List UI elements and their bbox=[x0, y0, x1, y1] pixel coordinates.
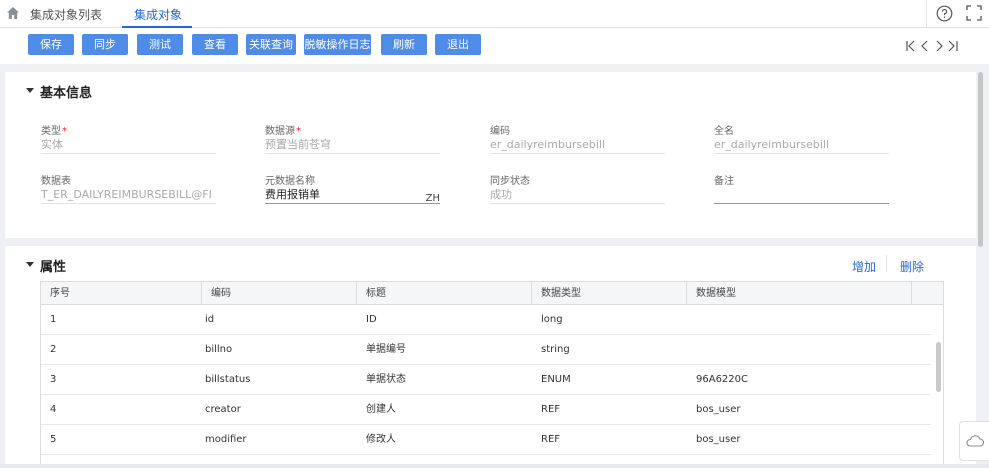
top-tab-bar: 集成对象列表 集成对象 bbox=[0, 0, 989, 28]
table-row[interactable]: 1 id ID long bbox=[41, 305, 931, 335]
refresh-button[interactable]: 刷新 bbox=[381, 34, 427, 55]
collapse-icon[interactable] bbox=[26, 88, 34, 93]
column-header[interactable]: 数据模型 bbox=[686, 282, 911, 305]
table-cell: 单据编号 bbox=[366, 344, 406, 355]
table-cell: billno bbox=[205, 344, 233, 355]
remark-field[interactable] bbox=[714, 186, 889, 204]
section-title-basic: 基本信息 bbox=[40, 86, 93, 101]
masking-log-button[interactable]: 脱敏操作日志 bbox=[304, 34, 371, 55]
view-button[interactable]: 查看 bbox=[192, 34, 238, 55]
field-sync-status: 同步状态 成功 bbox=[490, 172, 665, 204]
divider bbox=[926, 0, 927, 28]
first-icon[interactable] bbox=[906, 40, 915, 52]
table-scrollbar[interactable] bbox=[936, 342, 941, 392]
table-cell: 创建人 bbox=[366, 404, 396, 415]
sync-status-field[interactable]: 成功 bbox=[490, 186, 665, 204]
section-title-attributes: 属性 bbox=[40, 260, 67, 275]
table-cell: bos_user bbox=[696, 404, 741, 415]
table-cell: long bbox=[541, 314, 563, 325]
sync-button[interactable]: 同步 bbox=[82, 34, 128, 55]
attributes-panel: 属性 增加 删除 序号 编码 标题 数据类型 数据模型 1 id ID long… bbox=[5, 246, 976, 468]
field-type: 类型* 实体 bbox=[41, 122, 216, 154]
exit-button[interactable]: 退出 bbox=[435, 34, 481, 55]
help-icon[interactable] bbox=[936, 5, 953, 22]
record-nav bbox=[906, 40, 958, 52]
field-label: 编码 bbox=[490, 126, 510, 137]
table-cell: 修改人 bbox=[366, 434, 396, 445]
attributes-table: 序号 编码 标题 数据类型 数据模型 1 id ID long 2 billno… bbox=[40, 281, 944, 468]
table-cell: REF bbox=[541, 434, 561, 445]
table-cell: billstatus bbox=[205, 374, 251, 385]
column-header-spacer bbox=[911, 282, 943, 305]
add-button[interactable]: 增加 bbox=[852, 258, 876, 275]
field-table: 数据表 T_ER_DAILYREIMBURSEBILL@FI bbox=[41, 172, 216, 204]
table-cell: bos_user bbox=[696, 434, 741, 445]
field-metadata-name: 元数据名称 费用报销单 ZH bbox=[265, 172, 440, 204]
table-row[interactable]: 5 modifier 修改人 REF bos_user bbox=[41, 425, 931, 455]
basic-info-panel: 基本信息 类型* 实体 数据源* 预置当前苍穹 编码 er_dailyreimb… bbox=[5, 72, 976, 238]
related-query-button[interactable]: 关联查询 bbox=[246, 34, 296, 55]
divider bbox=[886, 255, 887, 271]
home-icon[interactable] bbox=[6, 6, 20, 20]
field-label: 备注 bbox=[714, 176, 734, 187]
table-cell: ID bbox=[366, 314, 377, 325]
table-cell: 5 bbox=[50, 434, 57, 445]
table-cell bbox=[687, 335, 696, 365]
table-row[interactable]: 2 billno 单据编号 string bbox=[41, 335, 931, 365]
column-header[interactable]: 编码 bbox=[201, 282, 356, 305]
cloud-icon bbox=[966, 435, 985, 447]
table-cell bbox=[687, 305, 696, 335]
metadata-name-field[interactable]: 费用报销单 bbox=[265, 188, 320, 201]
table-cell: 1 bbox=[50, 314, 57, 325]
fullname-field[interactable]: er_dailyreimbursebill bbox=[714, 136, 889, 154]
field-label: 元数据名称 bbox=[265, 176, 315, 187]
language-switch[interactable]: ZH bbox=[426, 190, 440, 203]
table-cell: creator bbox=[205, 404, 241, 415]
fullscreen-icon[interactable] bbox=[966, 5, 982, 21]
save-button[interactable]: 保存 bbox=[28, 34, 74, 55]
next-icon[interactable] bbox=[936, 40, 943, 52]
field-fullname: 全名 er_dailyreimbursebill bbox=[714, 122, 889, 154]
delete-button[interactable]: 删除 bbox=[900, 258, 924, 275]
column-header[interactable]: 数据类型 bbox=[531, 282, 686, 305]
table-cell: 96A6220C bbox=[696, 374, 748, 385]
table-header: 序号 编码 标题 数据类型 数据模型 bbox=[41, 282, 943, 305]
floating-cloud-button[interactable] bbox=[959, 421, 989, 461]
field-code: 编码 er_dailyreimbursebill bbox=[490, 122, 665, 154]
bottom-edge bbox=[0, 464, 989, 468]
table-cell: modifier bbox=[205, 434, 247, 445]
table-row[interactable]: 4 creator 创建人 REF bos_user bbox=[41, 395, 931, 425]
field-remark: 备注 bbox=[714, 172, 889, 204]
table-cell: 单据状态 bbox=[366, 374, 406, 385]
table-cell: REF bbox=[541, 404, 561, 415]
tab-integration-object-list[interactable]: 集成对象列表 bbox=[30, 6, 102, 23]
collapse-icon[interactable] bbox=[26, 262, 34, 267]
field-datasource: 数据源* 预置当前苍穹 bbox=[265, 122, 440, 154]
last-icon[interactable] bbox=[948, 40, 958, 52]
tab-integration-object[interactable]: 集成对象 bbox=[134, 6, 182, 23]
test-button[interactable]: 测试 bbox=[137, 34, 183, 55]
datasource-field[interactable]: 预置当前苍穹 bbox=[265, 136, 440, 154]
type-field[interactable]: 实体 bbox=[41, 136, 216, 154]
code-field[interactable]: er_dailyreimbursebill bbox=[490, 136, 665, 154]
table-field[interactable]: T_ER_DAILYREIMBURSEBILL@FI bbox=[41, 186, 216, 204]
prev-icon[interactable] bbox=[921, 40, 928, 52]
field-label: 数据表 bbox=[41, 176, 71, 187]
table-cell: 3 bbox=[50, 374, 57, 385]
page-scrollbar[interactable] bbox=[978, 72, 983, 247]
table-cell: ENUM bbox=[541, 374, 571, 385]
table-cell: id bbox=[205, 314, 215, 325]
table-cell: string bbox=[541, 344, 570, 355]
table-cell: 2 bbox=[50, 344, 57, 355]
column-header[interactable]: 标题 bbox=[356, 282, 531, 305]
column-header[interactable]: 序号 bbox=[41, 282, 201, 305]
field-label: 全名 bbox=[714, 126, 734, 137]
table-cell: 4 bbox=[50, 404, 57, 415]
toolbar: 保存 同步 测试 查看 关联查询 脱敏操作日志 刷新 退出 bbox=[0, 28, 989, 64]
field-label: 同步状态 bbox=[490, 176, 530, 187]
table-row[interactable]: 3 billstatus 单据状态 ENUM 96A6220C bbox=[41, 365, 931, 395]
